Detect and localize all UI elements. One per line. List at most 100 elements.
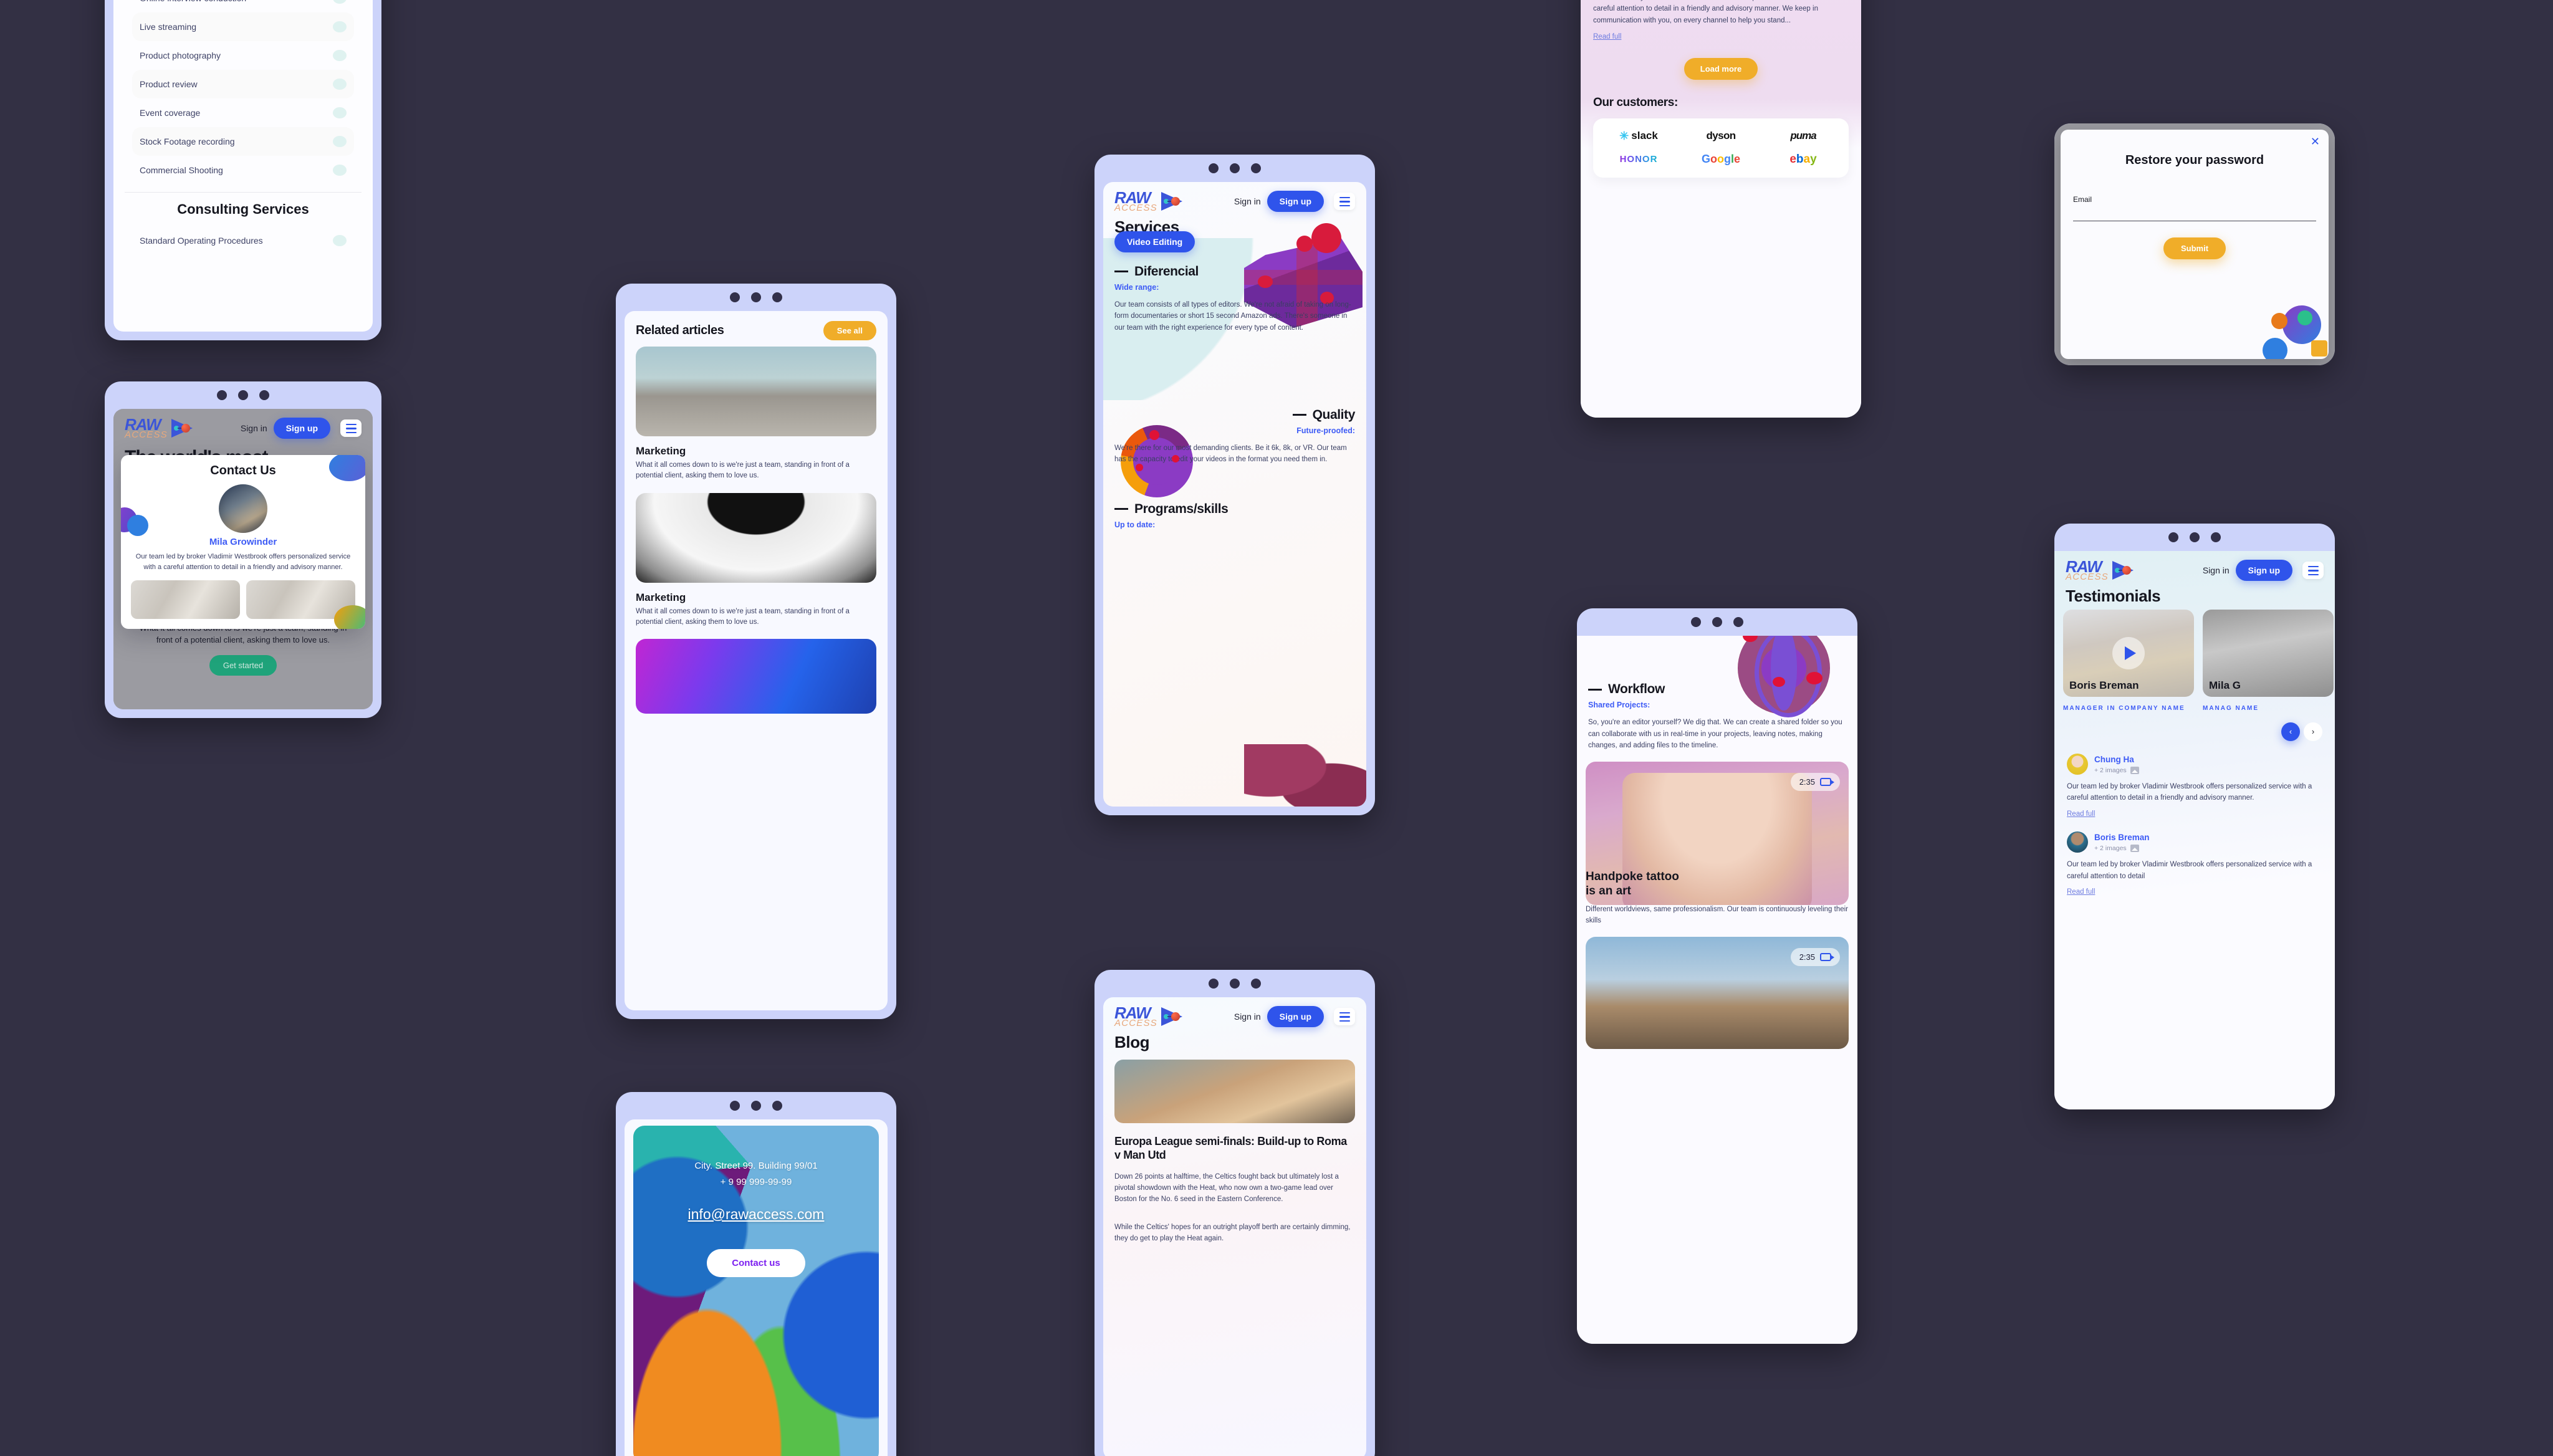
- section-kicker: Future-proofed:: [1296, 426, 1355, 435]
- device-customers: detail in a friendly and advisory manner…: [1581, 0, 1861, 418]
- sign-up-button[interactable]: Sign up: [1267, 1006, 1324, 1028]
- hamburger-menu-icon[interactable]: [2302, 562, 2324, 580]
- service-bullet-icon: [333, 235, 347, 246]
- hamburger-menu-icon[interactable]: [1334, 1008, 1355, 1026]
- service-row[interactable]: Product photography: [132, 41, 354, 70]
- device-blog: RAW ACCESS Sign in Sign up Blog Europa L…: [1094, 970, 1375, 1456]
- play-triangle-icon: [2112, 561, 2137, 580]
- read-full-link[interactable]: Read full: [1593, 33, 1621, 41]
- window-dots: [616, 1092, 896, 1119]
- dash-icon: [1114, 508, 1128, 510]
- contact-gradient-card: City. Street 99. Building 99/01 + 9 99 9…: [633, 1126, 879, 1456]
- page-title: Blog: [1114, 1032, 1150, 1051]
- logo-slack: slack: [1599, 130, 1678, 143]
- logo-text-access: ACCESS: [1114, 202, 1157, 213]
- commenter-name[interactable]: Boris Breman: [2094, 833, 2150, 842]
- article-image[interactable]: [636, 639, 876, 714]
- email-link[interactable]: info@rawaccess.com: [633, 1206, 879, 1223]
- testimonial-video-thumbnail[interactable]: Boris Breman: [2063, 609, 2194, 697]
- service-row[interactable]: Online interview conduction: [132, 0, 354, 12]
- sign-in-link[interactable]: Sign in: [2203, 565, 2230, 575]
- section-heading-workflow: Workflow: [1577, 636, 1857, 697]
- window-dots: [1094, 970, 1375, 997]
- service-row[interactable]: Stock Footage recording: [132, 127, 354, 156]
- logo-rawaccess[interactable]: RAW ACCESS: [1114, 1005, 1186, 1028]
- read-full-link[interactable]: Read full: [2067, 810, 2095, 818]
- hamburger-menu-icon[interactable]: [1334, 193, 1355, 211]
- dragon-card[interactable]: 2:35: [1586, 937, 1849, 1050]
- blog-post-title: Europa League semi-finals: Build-up to R…: [1114, 1134, 1347, 1162]
- service-row[interactable]: Standard Operating Procedures: [132, 226, 354, 255]
- decorative-ball-icon: [1149, 430, 1159, 440]
- blog-hero-image[interactable]: [1114, 1059, 1355, 1123]
- email-field[interactable]: [2073, 204, 2316, 221]
- sign-up-button[interactable]: Sign up: [273, 418, 330, 439]
- load-more-button[interactable]: Load more: [1684, 57, 1758, 80]
- get-started-button[interactable]: Get started: [209, 654, 277, 676]
- service-label: Standard Operating Procedures: [140, 236, 263, 246]
- sign-in-link[interactable]: Sign in: [241, 423, 267, 433]
- restore-password-modal: ✕ Restore your password Email Submit: [2061, 130, 2329, 359]
- submit-button[interactable]: Submit: [2163, 237, 2226, 259]
- avatar: [2067, 831, 2088, 853]
- screen-restore-password: ✕ Restore your password Email Submit: [2054, 123, 2335, 365]
- modal-title: Restore your password: [2125, 153, 2264, 167]
- service-row[interactable]: Live streaming: [132, 12, 354, 41]
- customer-logo-grid: slack dyson puma HONOR Google ebay: [1593, 118, 1849, 178]
- blog-paragraph: Down 26 points at halftime, the Celtics …: [1114, 1172, 1339, 1204]
- card-title-line-2: is an art: [1586, 884, 1631, 898]
- commenter-name[interactable]: Chung Ha: [2094, 755, 2134, 764]
- screenshot-canvas: Production Online interview conduction L…: [0, 0, 2553, 1456]
- comment-text: Our team led by broker Vladimir Westbroo…: [2067, 860, 2312, 880]
- window-dots: [2054, 524, 2335, 551]
- duration-text: 2:35: [1799, 952, 1815, 962]
- logo-rawaccess[interactable]: RAW ACCESS: [2066, 558, 2137, 582]
- testimonial-name: Boris Breman: [2069, 679, 2139, 691]
- email-label: Email: [2073, 195, 2092, 204]
- section-kicker: Shared Projects:: [1588, 701, 1650, 709]
- testimonial-carousel[interactable]: Boris Breman MANAGER IN COMPANY NAME Mil…: [2054, 609, 2335, 714]
- sign-up-button[interactable]: Sign up: [1267, 191, 1324, 213]
- dash-icon: [1292, 414, 1306, 416]
- service-row[interactable]: Product review: [132, 70, 354, 98]
- window-dots: [1094, 155, 1375, 182]
- read-full-link[interactable]: Read full: [2067, 888, 2095, 896]
- article-image[interactable]: [636, 347, 876, 436]
- service-bullet-icon: [333, 50, 347, 61]
- carousel-next-button[interactable]: ›: [2304, 722, 2322, 741]
- testimonial-card[interactable]: Boris Breman MANAGER IN COMPANY NAME: [2063, 609, 2194, 714]
- image-attachment-icon: [2130, 844, 2139, 852]
- thumbnail-image[interactable]: [131, 580, 240, 620]
- contact-us-button[interactable]: Contact us: [707, 1249, 805, 1277]
- service-label: Online interview conduction: [140, 0, 246, 3]
- testimonial-card[interactable]: Mila G MANAG NAME: [2203, 609, 2334, 714]
- play-icon[interactable]: [2112, 636, 2145, 669]
- modal-title: Contact Us: [210, 464, 276, 477]
- device-workflow: Workflow Shared Projects: So, you're an …: [1577, 608, 1857, 1344]
- screen-services: RAW ACCESS Sign in Sign up Services Vide…: [1103, 182, 1366, 807]
- article-text: What it all comes down to is we're just …: [636, 607, 850, 626]
- comment-text: Our team led by broker Vladimir Westbroo…: [1593, 0, 1838, 24]
- logo-rawaccess[interactable]: RAW ACCESS: [125, 416, 196, 439]
- service-row[interactable]: Event coverage: [132, 98, 354, 127]
- section-title-consulting: Consulting Services: [177, 201, 309, 217]
- duration-text: 2:35: [1799, 777, 1815, 787]
- see-all-button[interactable]: See all: [823, 321, 876, 340]
- images-count: + 2 images: [2094, 766, 2127, 774]
- carousel-prev-button[interactable]: ‹: [2281, 722, 2300, 741]
- service-row[interactable]: Commercial Shooting: [132, 156, 354, 184]
- testimonial-video-thumbnail[interactable]: Mila G: [2203, 609, 2334, 697]
- article-image[interactable]: [636, 492, 876, 583]
- sign-up-button[interactable]: Sign up: [2235, 560, 2292, 582]
- sign-in-link[interactable]: Sign in: [1234, 196, 1261, 206]
- decorative-blob-icon: [127, 515, 148, 536]
- logo-rawaccess[interactable]: RAW ACCESS: [1114, 189, 1186, 213]
- testimonial-role: MANAGER IN COMPANY NAME: [2063, 704, 2185, 712]
- close-icon[interactable]: ✕: [2311, 136, 2320, 147]
- logo-puma: puma: [1790, 130, 1816, 141]
- sign-in-link[interactable]: Sign in: [1234, 1012, 1261, 1022]
- service-label: Product photography: [140, 50, 221, 60]
- thumbnail-row: [131, 580, 355, 620]
- hamburger-menu-icon[interactable]: [340, 419, 362, 438]
- screen-related-articles: Related articles See all Marketing What …: [625, 311, 888, 1010]
